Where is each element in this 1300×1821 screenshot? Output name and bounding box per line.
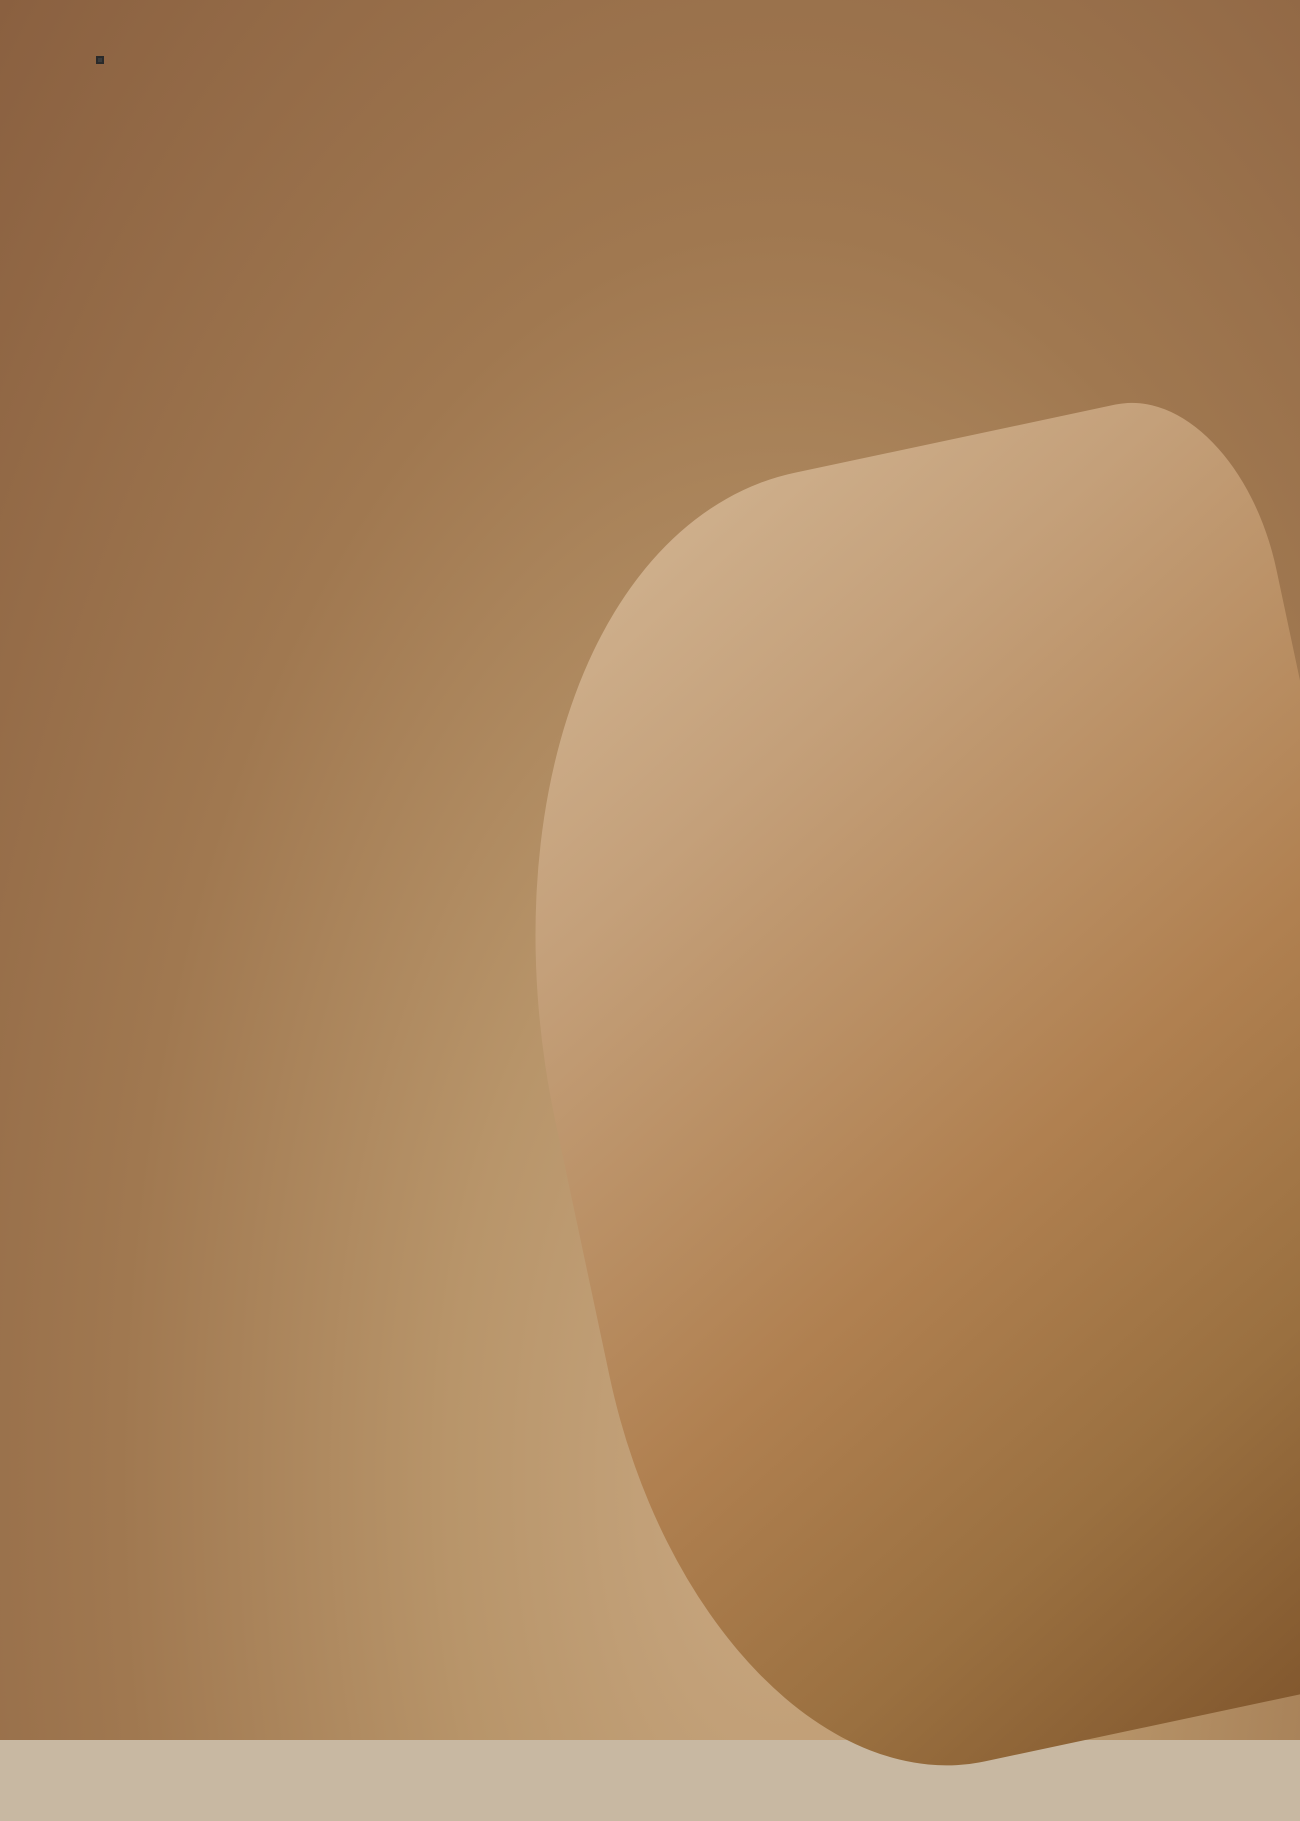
scene: 16:31 📶 bbox=[0, 0, 1300, 1740]
